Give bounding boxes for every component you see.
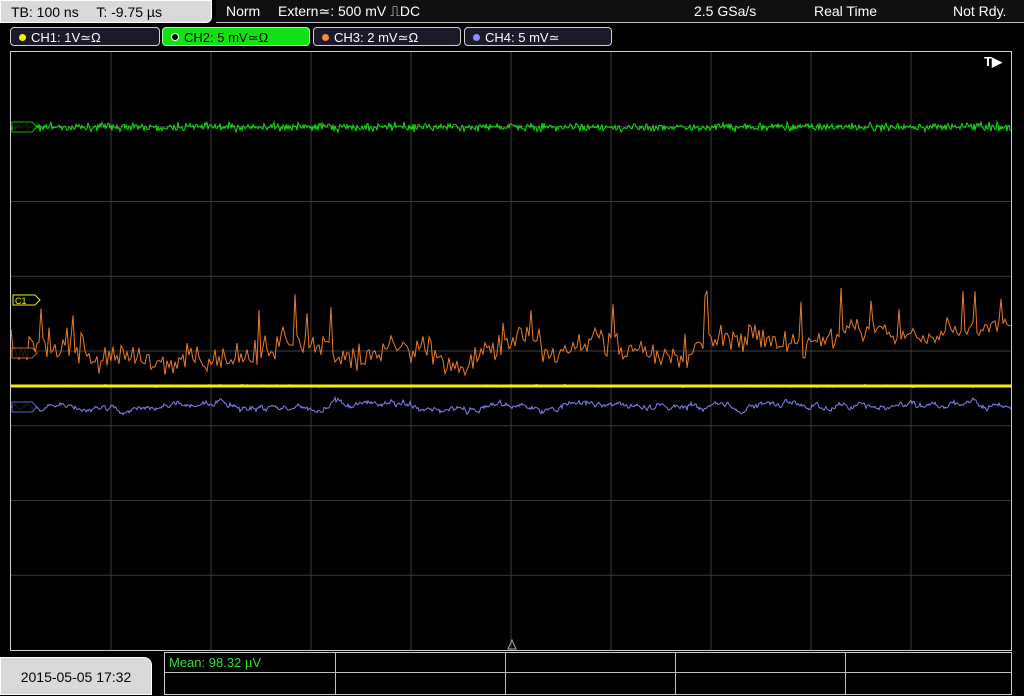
ch3-offset-marker[interactable]	[11, 347, 38, 359]
bottom-bar: 2015-05-05 17:32 Mean: 98.32 µV	[0, 652, 1024, 695]
timebase-panel[interactable]: TB: 100 ns T: -9.75 µs	[0, 0, 212, 23]
graticule-grid	[11, 52, 1011, 650]
measurement-cell[interactable]	[676, 673, 846, 694]
measurement-cell[interactable]	[336, 653, 506, 673]
trigger-source[interactable]: Extern≃: 500 mV ⎍DC	[278, 0, 420, 22]
measurement-mean: Mean: 98.32 µV	[169, 655, 262, 670]
waveform-display[interactable]: C1	[10, 51, 1012, 651]
tab-ch1[interactable]: CH1: 1V≃Ω	[10, 27, 160, 46]
measurement-cell[interactable]	[846, 673, 1011, 694]
measurement-cell[interactable]	[336, 673, 506, 694]
waveform-canvas[interactable]: C1	[11, 52, 1011, 650]
tab-ch4[interactable]: CH4: 5 mV≃	[464, 27, 612, 46]
ch1-label: CH1: 1V≃Ω	[31, 30, 101, 45]
top-status-bar: TB: 100 ns T: -9.75 µs Norm Extern≃: 500…	[0, 0, 1024, 24]
measurement-table[interactable]: Mean: 98.32 µV	[164, 652, 1012, 695]
measurement-cell[interactable]	[676, 653, 846, 673]
measurement-cell[interactable]: Mean: 98.32 µV	[165, 653, 336, 673]
acquisition-state: Not Rdy.	[953, 3, 1007, 19]
tab-ch3[interactable]: CH3: 2 mV≃Ω	[313, 27, 461, 46]
trigger-time-value: T: -9.75 µs	[96, 4, 162, 20]
tab-ch2[interactable]: CH2: 5 mV≃Ω	[162, 27, 310, 46]
measurement-cell[interactable]	[506, 653, 676, 673]
date-time[interactable]: 2015-05-05 17:32	[0, 657, 152, 695]
ch4-offset-marker[interactable]	[11, 401, 38, 413]
trigger-offscreen-icon: T▶	[984, 54, 1002, 69]
ch4-color-icon	[473, 34, 480, 41]
ch2-color-icon	[171, 33, 179, 41]
ch2-label: CH2: 5 mV≃Ω	[184, 30, 269, 45]
ch1-color-icon	[19, 34, 26, 41]
measurement-cell[interactable]	[846, 653, 1011, 673]
measurement-cell[interactable]	[506, 673, 676, 694]
ch1-offset-marker[interactable]: C1	[12, 294, 41, 306]
sample-rate: 2.5 GSa/s	[694, 3, 757, 19]
trigger-position-icon	[507, 638, 517, 650]
acquisition-mode: Real Time	[814, 3, 878, 19]
trigger-mode[interactable]: Norm	[226, 0, 260, 22]
timebase-value: TB: 100 ns	[11, 4, 79, 20]
ch4-label: CH4: 5 mV≃	[485, 30, 560, 45]
measurement-cell[interactable]	[165, 673, 336, 694]
ch3-color-icon	[322, 34, 329, 41]
ch3-label: CH3: 2 mV≃Ω	[334, 30, 419, 45]
svg-text:C1: C1	[15, 296, 27, 306]
ch2-offset-marker[interactable]	[11, 121, 38, 133]
acquisition-status-strip[interactable]: Norm Extern≃: 500 mV ⎍DC 2.5 GSa/s Real …	[216, 0, 1024, 23]
channel-bar: CH1: 1V≃Ω CH2: 5 mV≃Ω CH3: 2 mV≃Ω CH4: 5…	[0, 26, 1024, 48]
